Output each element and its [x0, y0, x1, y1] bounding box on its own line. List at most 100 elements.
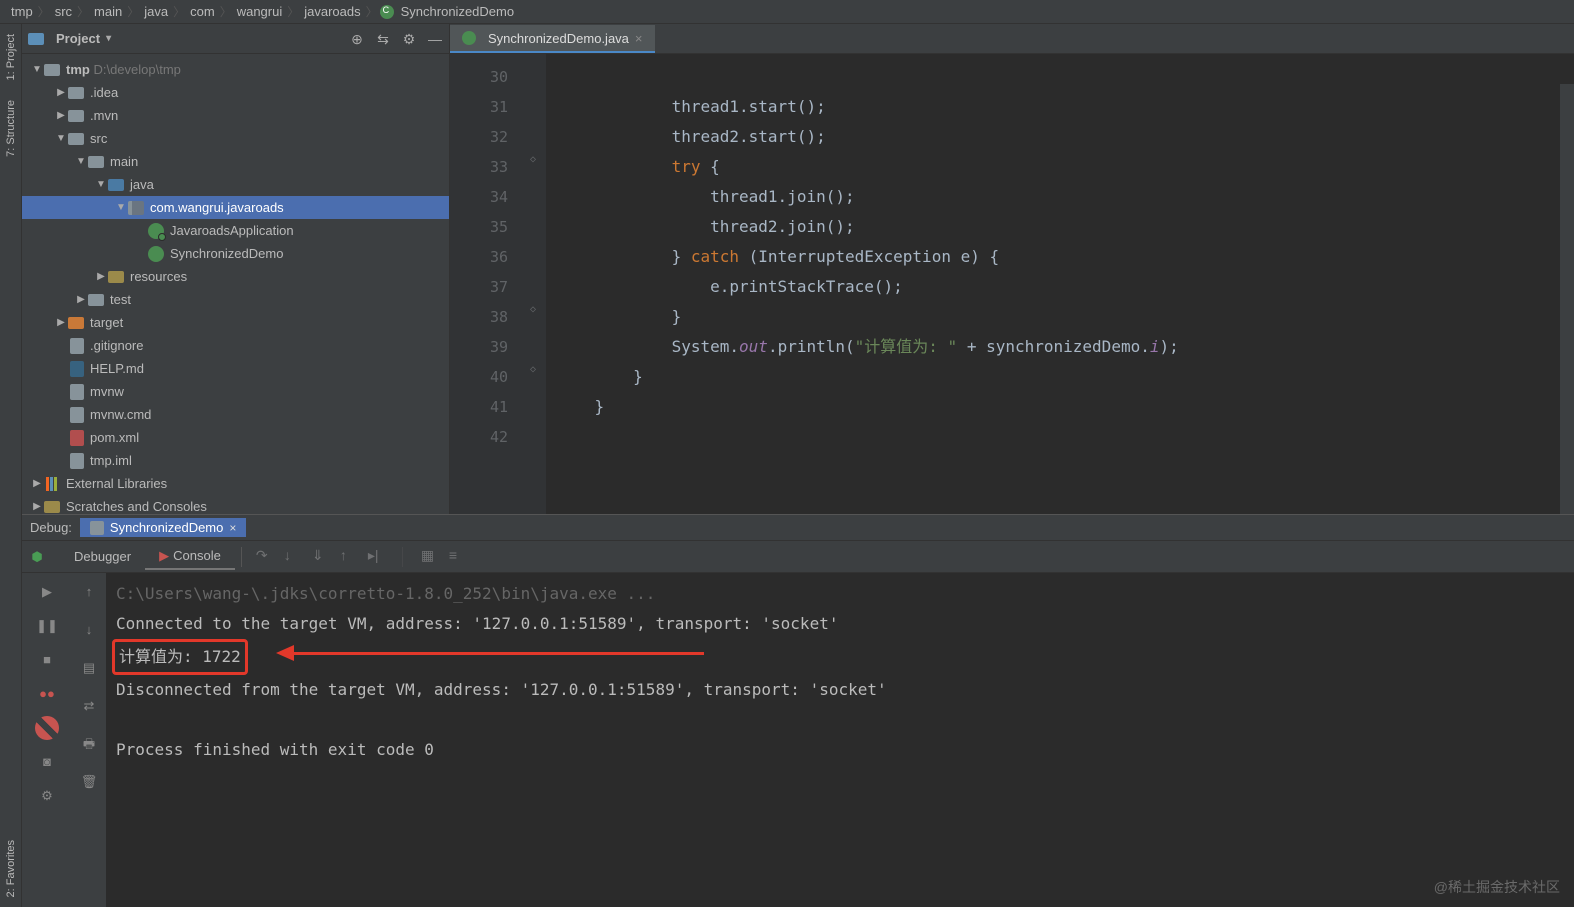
tree-package[interactable]: ▼com.wangrui.javaroads: [22, 196, 449, 219]
project-header: Project ▾ ⊕ ⇆ ⚙ —: [22, 24, 449, 54]
watermark: @稀土掘金技术社区: [1434, 877, 1560, 897]
crumb-tmp[interactable]: tmp: [8, 4, 36, 19]
tree-target[interactable]: ▶target: [22, 311, 449, 334]
hide-icon[interactable]: —: [427, 31, 443, 47]
folder-icon: [88, 294, 104, 306]
tree-resources[interactable]: ▶resources: [22, 265, 449, 288]
console-line-connect: Connected to the target VM, address: '12…: [116, 609, 1564, 639]
collapse-icon[interactable]: ⇆: [375, 31, 391, 47]
tree-main[interactable]: ▼main: [22, 150, 449, 173]
dropdown-icon[interactable]: ▾: [106, 33, 111, 44]
md-icon: [70, 361, 84, 377]
console-line-exit: Process finished with exit code 0: [116, 735, 1564, 765]
debug-label: Debug:: [30, 520, 72, 535]
folder-icon: [68, 110, 84, 122]
down-icon[interactable]: ↓: [77, 618, 101, 642]
run-to-cursor-icon[interactable]: ▸|: [368, 547, 384, 563]
editor-scrollbar[interactable]: [1560, 84, 1574, 514]
debug-run-tab[interactable]: SynchronizedDemo ×: [80, 518, 246, 537]
project-tree[interactable]: ▼ tmp D:\develop\tmp ▶.idea ▶.mvn ▼src ▼…: [22, 54, 449, 514]
console-line-cmd: C:\Users\wang-\.jdks\corretto-1.8.0_252\…: [116, 579, 1564, 609]
file-icon: [70, 384, 84, 400]
debug-toolbar: ⬢ Debugger ▶Console ↷ ↓ ⇓ ↑ ▸| ▦ ≡: [22, 541, 1574, 573]
tree-gitignore[interactable]: .gitignore: [22, 334, 449, 357]
close-icon[interactable]: ×: [635, 31, 643, 46]
editor-tabs: SynchronizedDemo.java ×: [450, 24, 1574, 54]
tree-mvn[interactable]: ▶.mvn: [22, 104, 449, 127]
settings-icon[interactable]: ⚙: [35, 784, 59, 808]
rail-favorites[interactable]: 2: Favorites: [3, 830, 19, 907]
tree-pom[interactable]: pom.xml: [22, 426, 449, 449]
console-output[interactable]: C:\Users\wang-\.jdks\corretto-1.8.0_252\…: [106, 573, 1574, 907]
tree-root[interactable]: ▼ tmp D:\develop\tmp: [22, 58, 449, 81]
camera-icon[interactable]: ◙: [35, 750, 59, 774]
class-icon: [462, 31, 476, 45]
tree-src[interactable]: ▼src: [22, 127, 449, 150]
folder-icon: [68, 87, 84, 99]
src-folder-icon: [108, 179, 124, 191]
tree-java[interactable]: ▼java: [22, 173, 449, 196]
pause-icon[interactable]: ❚❚: [35, 614, 59, 638]
editor-tab-active[interactable]: SynchronizedDemo.java ×: [450, 25, 655, 53]
crumb-main[interactable]: main: [91, 4, 125, 19]
tree-sync-class[interactable]: SynchronizedDemo: [22, 242, 449, 265]
print-icon[interactable]: 🖶: [77, 732, 101, 756]
crumb-java[interactable]: java: [141, 4, 171, 19]
step-over-icon[interactable]: ↷: [256, 547, 272, 563]
console-side-actions: ↑ ↓ ▤ ⇄ 🖶 🗑: [72, 573, 106, 907]
debug-body: ▶ ❚❚ ■ ●● ◙ ⚙ ↑ ↓ ▤ ⇄ 🖶 🗑 C:\Users\wang-…: [22, 573, 1574, 907]
debug-side-actions: ▶ ❚❚ ■ ●● ◙ ⚙: [22, 573, 72, 907]
force-step-icon[interactable]: ⇓: [312, 547, 328, 563]
crumb-com[interactable]: com: [187, 4, 218, 19]
scroll-icon[interactable]: ⇄: [77, 694, 101, 718]
mute-breakpoints-icon[interactable]: [35, 716, 59, 740]
select-target-icon[interactable]: ⊕: [349, 31, 365, 47]
line-numbers: 30313233343536373839404142: [450, 54, 528, 514]
wrap-icon[interactable]: ▤: [77, 656, 101, 680]
editor-body[interactable]: 30313233343536373839404142 ◇ ◇ ◇ thread1…: [450, 54, 1574, 514]
tree-help[interactable]: HELP.md: [22, 357, 449, 380]
stop-icon[interactable]: ■: [35, 648, 59, 672]
resume-icon[interactable]: ▶: [35, 580, 59, 604]
settings-icon[interactable]: ⚙: [401, 31, 417, 47]
debugger-tab[interactable]: Debugger: [60, 545, 145, 568]
code-area[interactable]: thread1.start(); thread2.start(); try { …: [546, 54, 1179, 514]
tree-mvnw[interactable]: mvnw: [22, 380, 449, 403]
clear-icon[interactable]: 🗑: [77, 770, 101, 794]
close-icon[interactable]: ×: [229, 521, 236, 535]
folder-icon: [68, 133, 84, 145]
debug-tab-label: SynchronizedDemo: [110, 520, 223, 535]
console-line-disconnect: Disconnected from the target VM, address…: [116, 675, 1564, 705]
console-play-icon: ▶: [159, 548, 169, 563]
console-tab[interactable]: ▶Console: [145, 544, 235, 570]
step-out-icon[interactable]: ↑: [340, 547, 356, 563]
trace-icon[interactable]: ≡: [449, 547, 465, 563]
breadcrumb: tmp〉 src〉 main〉 java〉 com〉 wangrui〉 java…: [0, 0, 1574, 24]
editor: SynchronizedDemo.java × 3031323334353637…: [450, 24, 1574, 514]
rail-project[interactable]: 1: Project: [3, 24, 19, 90]
evaluate-icon[interactable]: ▦: [421, 547, 437, 563]
bug-icon[interactable]: ⬢: [25, 545, 49, 569]
package-icon: [128, 201, 144, 215]
up-icon[interactable]: ↑: [77, 580, 101, 604]
rail-structure[interactable]: 7: Structure: [3, 90, 19, 167]
module-icon: [44, 64, 60, 76]
crumb-wangrui[interactable]: wangrui: [234, 4, 286, 19]
step-into-icon[interactable]: ↓: [284, 547, 300, 563]
view-breakpoints-icon[interactable]: ●●: [35, 682, 59, 706]
file-icon: [70, 407, 84, 423]
tree-test[interactable]: ▶test: [22, 288, 449, 311]
crumb-file[interactable]: SynchronizedDemo: [398, 4, 517, 19]
tree-iml[interactable]: tmp.iml: [22, 449, 449, 472]
maven-icon: [70, 430, 84, 446]
tree-app-class[interactable]: JavaroadsApplication: [22, 219, 449, 242]
crumb-javaroads[interactable]: javaroads: [301, 4, 363, 19]
tree-scratches[interactable]: ▶Scratches and Consoles: [22, 495, 449, 514]
run-config-icon: [90, 521, 104, 535]
resources-icon: [108, 271, 124, 283]
project-title: Project: [56, 31, 100, 46]
tree-mvnwcmd[interactable]: mvnw.cmd: [22, 403, 449, 426]
crumb-src[interactable]: src: [52, 4, 75, 19]
tree-idea[interactable]: ▶.idea: [22, 81, 449, 104]
tree-ext-libs[interactable]: ▶External Libraries: [22, 472, 449, 495]
